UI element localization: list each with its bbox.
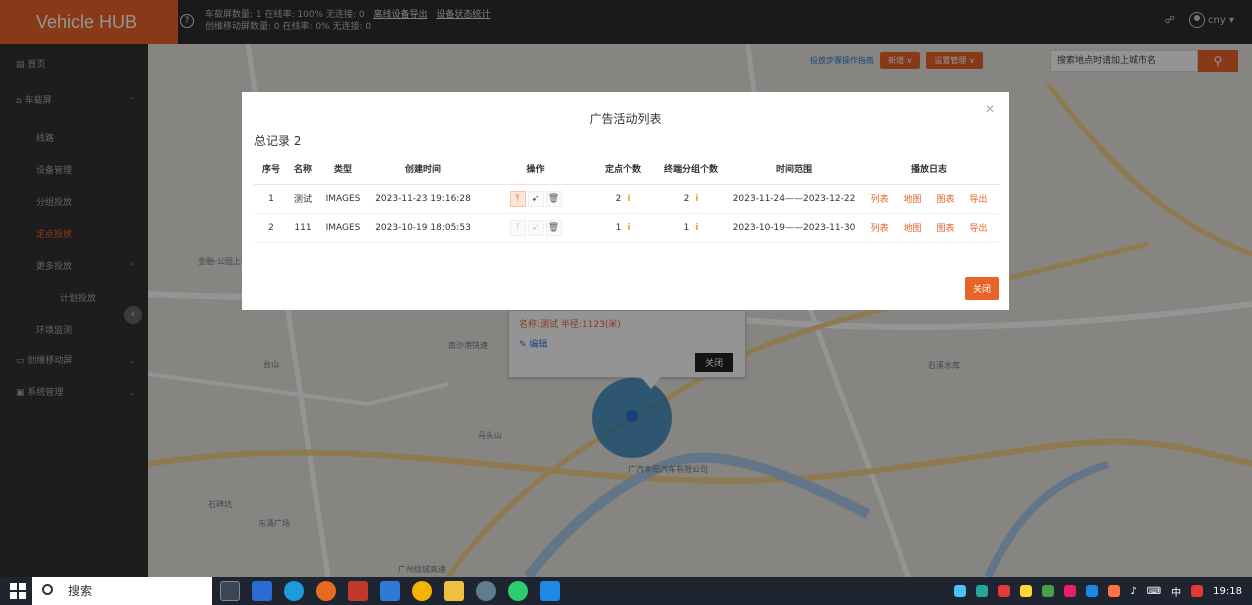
ime-indicator[interactable]: 中 bbox=[1171, 584, 1181, 599]
app-icon[interactable] bbox=[252, 581, 272, 601]
keyboard-icon[interactable]: ⌨ bbox=[1147, 586, 1161, 597]
cell-type: IMAGES bbox=[318, 184, 368, 214]
col-range: 时间范围 bbox=[729, 154, 859, 185]
info-icon[interactable]: i bbox=[627, 223, 630, 233]
log-export-link[interactable]: 导出 bbox=[969, 195, 987, 205]
upload-icon[interactable]: ⤒ bbox=[509, 190, 526, 207]
network-icon[interactable] bbox=[954, 585, 967, 597]
windows-start-icon[interactable] bbox=[10, 583, 26, 599]
os-taskbar: 搜索 ♪ ⌨ 中 19:18 bbox=[0, 577, 1252, 605]
close-icon[interactable]: ✕ bbox=[985, 102, 995, 116]
tray-app-icon[interactable] bbox=[1042, 585, 1055, 597]
taskbar-search-label: 搜索 bbox=[68, 584, 93, 598]
col-no: 序号 bbox=[254, 154, 288, 185]
app-icon[interactable] bbox=[540, 581, 560, 601]
tray-app-icon[interactable] bbox=[976, 585, 989, 597]
cell-name: 测试 bbox=[288, 184, 318, 214]
clock[interactable]: 19:18 bbox=[1213, 586, 1242, 597]
cell-no: 2 bbox=[254, 213, 288, 243]
wps-icon[interactable] bbox=[348, 581, 368, 601]
cell-actions: ⤒ ➹ 🗑 bbox=[478, 184, 593, 214]
col-logs: 播放日志 bbox=[859, 154, 999, 185]
info-icon[interactable]: i bbox=[695, 223, 698, 233]
cell-type: IMAGES bbox=[318, 213, 368, 243]
chrome-icon[interactable] bbox=[412, 581, 432, 601]
tray-app-icon[interactable] bbox=[1086, 585, 1099, 597]
settings-icon[interactable] bbox=[476, 581, 496, 601]
app-icon[interactable] bbox=[380, 581, 400, 601]
cell-name: 111 bbox=[288, 213, 318, 243]
sogou-icon[interactable] bbox=[1191, 585, 1204, 597]
modal-title: 广告活动列表 bbox=[589, 112, 662, 126]
cell-created: 2023-10-19 18:05:53 bbox=[368, 213, 478, 243]
taskbar-search[interactable]: 搜索 bbox=[32, 577, 212, 605]
task-view-icon[interactable] bbox=[220, 581, 240, 601]
delete-icon[interactable]: 🗑 bbox=[545, 219, 562, 236]
cell-groups: 2i bbox=[653, 184, 729, 214]
volume-icon[interactable]: ♪ bbox=[1130, 586, 1136, 597]
search-icon bbox=[42, 584, 53, 595]
col-actions: 操作 bbox=[478, 154, 593, 185]
cell-logs: 列表 地图 图表 导出 bbox=[859, 184, 999, 214]
cell-actions: ⤒ ➹ 🗑 bbox=[478, 213, 593, 243]
col-points: 定点个数 bbox=[593, 154, 653, 185]
col-created: 创建时间 bbox=[368, 154, 478, 185]
cell-range: 2023-11-24——2023-12-22 bbox=[729, 184, 859, 214]
folder-icon[interactable] bbox=[444, 581, 464, 601]
wechat-icon[interactable] bbox=[508, 581, 528, 601]
log-map-link[interactable]: 地图 bbox=[904, 195, 922, 205]
total-records: 总记录 2 bbox=[254, 134, 302, 148]
col-type: 类型 bbox=[318, 154, 368, 185]
delete-icon[interactable]: 🗑 bbox=[545, 190, 562, 207]
send-icon[interactable]: ➹ bbox=[527, 190, 544, 207]
campaign-table: 序号 名称 类型 创建时间 操作 定点个数 终端分组个数 时间范围 播放日志 1… bbox=[254, 154, 999, 243]
modal-close-button[interactable]: 关闭 bbox=[964, 277, 999, 300]
tray-app-icon[interactable] bbox=[998, 585, 1011, 597]
log-chart-link[interactable]: 图表 bbox=[936, 224, 954, 234]
cell-points: 2i bbox=[593, 184, 653, 214]
browser-icon[interactable] bbox=[284, 581, 304, 601]
points-count: 2 bbox=[615, 193, 622, 204]
table-header-row: 序号 名称 类型 创建时间 操作 定点个数 终端分组个数 时间范围 播放日志 bbox=[254, 154, 999, 185]
points-count: 1 bbox=[615, 222, 622, 233]
table-row: 1 测试 IMAGES 2023-11-23 19:16:28 ⤒ ➹ 🗑 2i… bbox=[254, 184, 999, 214]
log-list-link[interactable]: 列表 bbox=[871, 195, 889, 205]
info-icon[interactable]: i bbox=[627, 194, 630, 204]
system-tray: ♪ ⌨ 中 19:18 bbox=[954, 577, 1252, 605]
log-export-link[interactable]: 导出 bbox=[969, 224, 987, 234]
tray-app-icon[interactable] bbox=[1108, 585, 1121, 597]
log-map-link[interactable]: 地图 bbox=[904, 224, 922, 234]
taskbar-apps bbox=[220, 581, 560, 601]
upload-icon[interactable]: ⤒ bbox=[509, 219, 526, 236]
cell-points: 1i bbox=[593, 213, 653, 243]
log-list-link[interactable]: 列表 bbox=[871, 224, 889, 234]
cell-range: 2023-10-19——2023-11-30 bbox=[729, 213, 859, 243]
cell-no: 1 bbox=[254, 184, 288, 214]
tray-app-icon[interactable] bbox=[1064, 585, 1077, 597]
groups-count: 1 bbox=[683, 222, 690, 233]
info-icon[interactable]: i bbox=[695, 194, 698, 204]
groups-count: 2 bbox=[683, 193, 690, 204]
cell-groups: 1i bbox=[653, 213, 729, 243]
cell-logs: 列表 地图 图表 导出 bbox=[859, 213, 999, 243]
col-groups: 终端分组个数 bbox=[653, 154, 729, 185]
tray-app-icon[interactable] bbox=[1020, 585, 1033, 597]
firefox-icon[interactable] bbox=[316, 581, 336, 601]
log-chart-link[interactable]: 图表 bbox=[936, 195, 954, 205]
col-name: 名称 bbox=[288, 154, 318, 185]
table-row: 2 111 IMAGES 2023-10-19 18:05:53 ⤒ ➹ 🗑 1… bbox=[254, 213, 999, 243]
cell-created: 2023-11-23 19:16:28 bbox=[368, 184, 478, 214]
campaign-list-modal: 广告活动列表 ✕ 总记录 2 序号 名称 类型 创建时间 操作 定点个数 终端分… bbox=[242, 92, 1009, 310]
send-icon[interactable]: ➹ bbox=[527, 219, 544, 236]
